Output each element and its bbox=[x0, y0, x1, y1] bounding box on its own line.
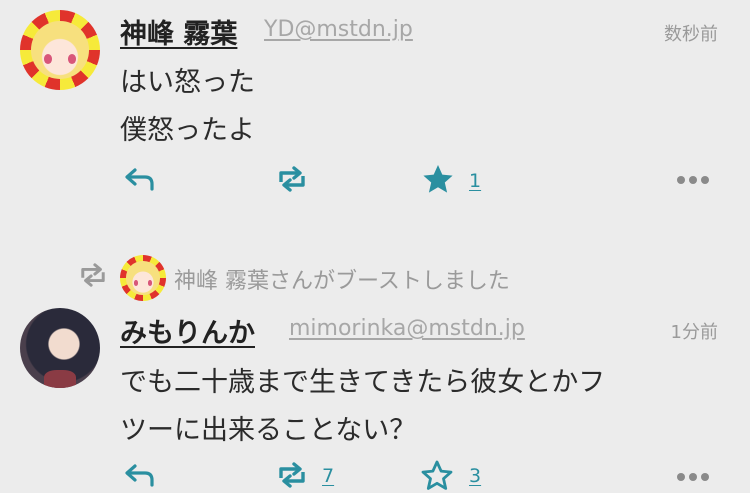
star-filled-icon bbox=[423, 165, 453, 193]
account-handle[interactable]: mimorinka@mstdn.jp bbox=[289, 316, 525, 341]
more-button[interactable] bbox=[676, 471, 710, 483]
boosted-by-text[interactable]: 神峰 霧葉さんがブーストしました bbox=[174, 263, 510, 295]
reply-button[interactable] bbox=[124, 461, 156, 489]
status-content-line: ツーに出来ることない？ bbox=[120, 415, 417, 446]
more-button[interactable] bbox=[676, 174, 710, 186]
favourite-count[interactable]: 1 bbox=[469, 170, 481, 192]
boost-count[interactable]: 7 bbox=[322, 465, 334, 487]
reply-icon bbox=[125, 168, 154, 191]
avatar[interactable] bbox=[20, 10, 100, 90]
favourite-count[interactable]: 3 bbox=[469, 465, 481, 487]
timestamp[interactable]: 数秒前 bbox=[664, 20, 718, 46]
boost-indicator-icon-wrap bbox=[76, 262, 110, 288]
timestamp[interactable]: 1分前 bbox=[671, 318, 718, 344]
boost-button[interactable] bbox=[274, 165, 310, 193]
display-name[interactable]: 神峰 霧葉 bbox=[120, 12, 237, 51]
boost-button[interactable] bbox=[274, 461, 310, 489]
reply-button[interactable] bbox=[124, 165, 156, 193]
more-horizontal-icon bbox=[677, 473, 709, 481]
star-outline-icon bbox=[421, 460, 453, 490]
status-post: 神峰 霧葉さんがブーストしました みもりんか mimorinka@mstdn.j… bbox=[0, 238, 750, 493]
status-post: 神峰 霧葉 YD@mstdn.jp 数秒前 はい怒った 僕怒ったよ 1 bbox=[0, 0, 750, 205]
retweet-icon bbox=[279, 166, 305, 192]
favourite-button[interactable] bbox=[420, 459, 454, 491]
avatar[interactable] bbox=[20, 308, 100, 388]
retweet-icon bbox=[279, 462, 305, 488]
status-content-line: はい怒った bbox=[120, 67, 255, 98]
reply-icon bbox=[125, 464, 154, 487]
status-content-line: 僕怒ったよ bbox=[120, 115, 255, 146]
booster-avatar[interactable] bbox=[120, 255, 166, 301]
status-content-line: でも二十歳まで生きてきたら彼女とかフ bbox=[120, 367, 606, 398]
retweet-icon bbox=[81, 263, 105, 287]
more-horizontal-icon bbox=[677, 176, 709, 184]
favourite-button[interactable] bbox=[421, 163, 455, 195]
display-name[interactable]: みもりんか bbox=[120, 311, 255, 350]
account-handle[interactable]: YD@mstdn.jp bbox=[264, 17, 413, 42]
